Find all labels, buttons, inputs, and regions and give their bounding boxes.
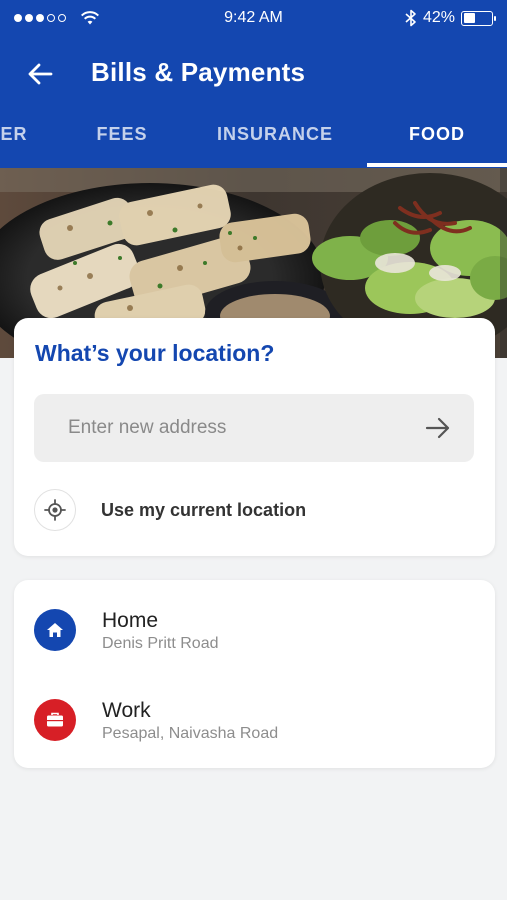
saved-location-name: Work — [102, 698, 151, 722]
status-bar: 9:42 AM 42% — [0, 0, 507, 36]
signal-dot — [25, 14, 33, 22]
bills-payments-screen: 9:42 AM 42% Bills & Payments ER FEES INS… — [0, 0, 507, 900]
battery-fill — [463, 13, 475, 23]
wifi-icon — [80, 11, 100, 25]
signal-dot — [14, 14, 22, 22]
home-icon — [47, 623, 63, 637]
use-current-location-button[interactable]: Use my current location — [34, 488, 474, 532]
gps-target-icon — [44, 499, 66, 521]
address-input[interactable] — [34, 394, 414, 462]
signal-dot — [36, 14, 44, 22]
home-icon-container — [34, 609, 76, 651]
arrow-right-icon — [425, 417, 450, 439]
saved-location-address: Denis Pritt Road — [102, 634, 219, 652]
location-heading: What’s your location? — [35, 340, 275, 366]
active-tab-indicator — [367, 163, 507, 167]
battery-percent: 42% — [422, 9, 455, 26]
current-location-label: Use my current location — [101, 499, 307, 520]
tab-label: INSURANCE — [216, 124, 333, 144]
briefcase-icon-container — [34, 699, 76, 741]
saved-location-work[interactable]: Work Pesapal, Naivasha Road — [34, 690, 474, 750]
status-right: 42% — [405, 9, 496, 27]
saved-location-text: Home Denis Pritt Road — [102, 608, 219, 653]
tab-label: FEES — [96, 124, 148, 144]
saved-location-name: Home — [102, 608, 159, 632]
location-card: What’s your location? Use my current loc… — [14, 318, 495, 556]
saved-location-home[interactable]: Home Denis Pritt Road — [34, 600, 474, 660]
tab-label: FOOD — [409, 124, 465, 144]
signal-dots-icon — [14, 14, 66, 22]
tab-fees[interactable]: FEES — [72, 114, 172, 168]
saved-location-text: Work Pesapal, Naivasha Road — [102, 698, 278, 743]
signal-dot-empty — [58, 14, 66, 22]
signal-dot-empty — [47, 14, 55, 22]
briefcase-icon — [47, 712, 63, 727]
tab-insurance[interactable]: INSURANCE — [200, 114, 350, 168]
category-tabs: ER FEES INSURANCE FOOD — [0, 114, 507, 168]
back-button[interactable] — [22, 56, 58, 92]
page-title: Bills & Payments — [91, 57, 306, 87]
gps-icon-container — [34, 489, 76, 531]
app-bar: Bills & Payments ER FEES INSURANCE FOOD — [0, 36, 507, 168]
submit-address-button[interactable] — [424, 414, 452, 442]
address-input-container — [34, 394, 474, 462]
back-arrow-icon — [28, 63, 53, 85]
tab-label: ER — [0, 124, 28, 144]
bluetooth-icon — [405, 9, 416, 27]
saved-location-address: Pesapal, Naivasha Road — [102, 724, 279, 742]
saved-locations-card: Home Denis Pritt Road Work Pesapal, Naiv… — [14, 580, 495, 768]
tab-food[interactable]: FOOD — [367, 114, 507, 168]
tab-partial[interactable]: ER — [0, 114, 34, 168]
status-left — [14, 10, 194, 26]
battery-icon — [461, 10, 496, 26]
